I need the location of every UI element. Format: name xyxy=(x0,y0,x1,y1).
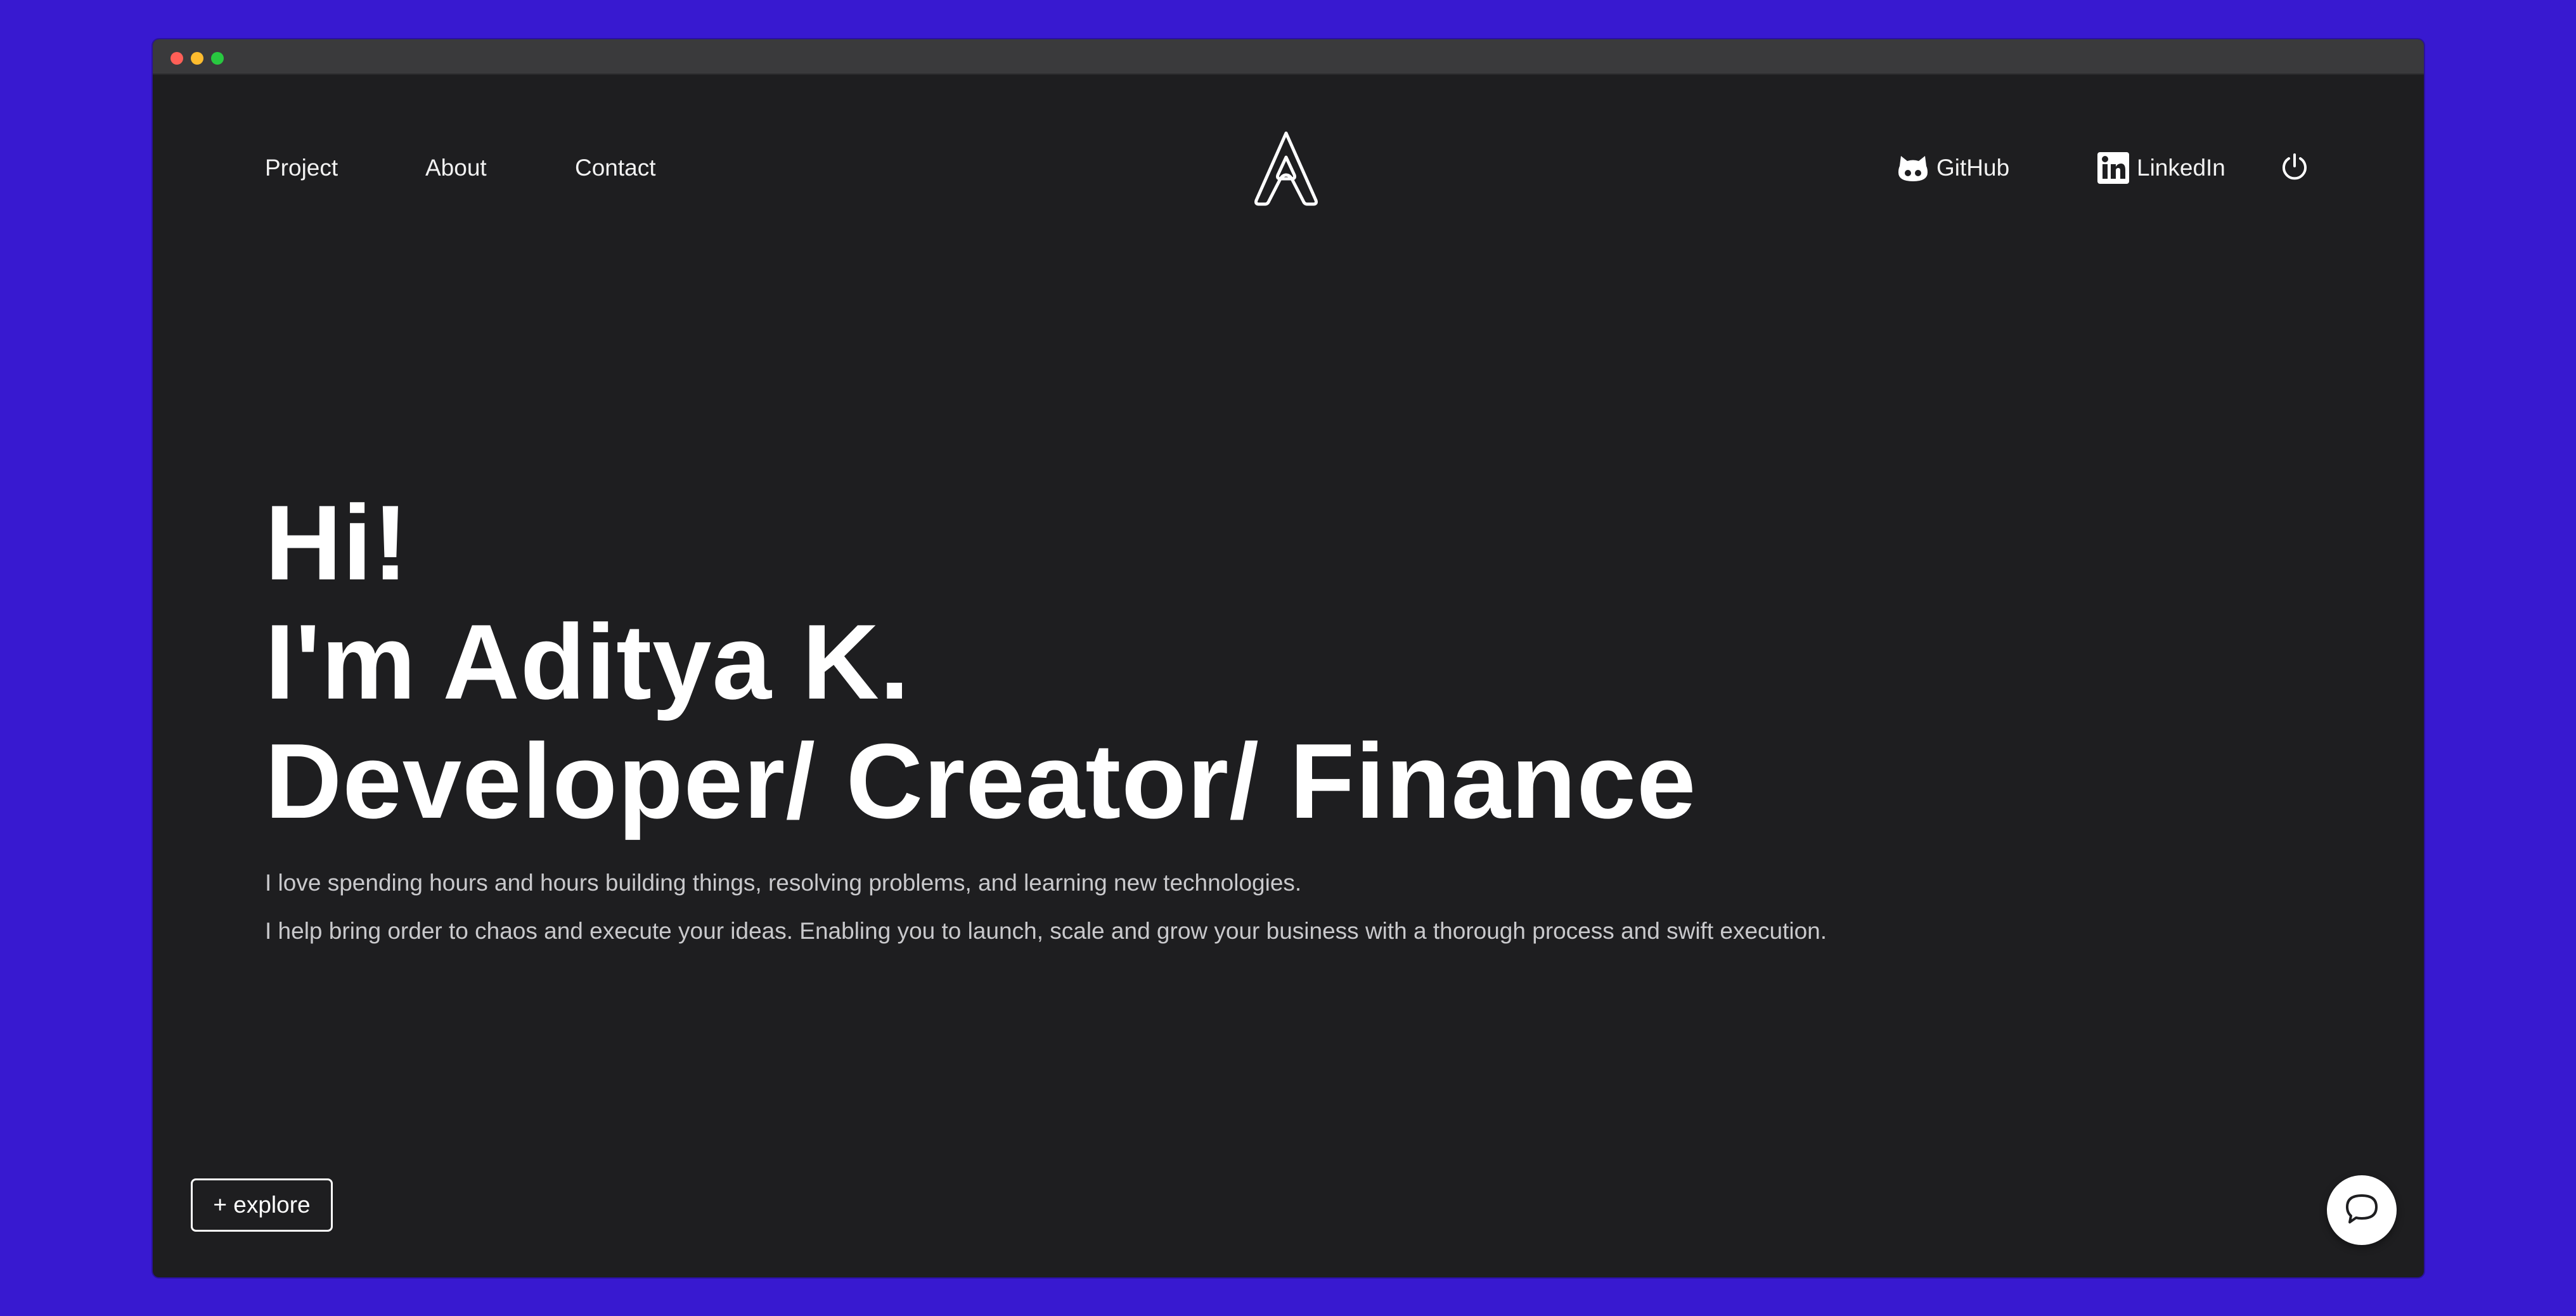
letter-a-logo-icon[interactable] xyxy=(1253,129,1320,207)
power-icon[interactable] xyxy=(2277,150,2312,184)
hero-greeting: Hi! xyxy=(265,483,409,602)
window-titlebar xyxy=(153,39,2424,75)
minimize-window-button[interactable] xyxy=(191,52,203,65)
hero-description-1: I love spending hours and hours building… xyxy=(265,870,1302,896)
linkedin-label: LinkedIn xyxy=(2137,155,2225,181)
nav-contact-link[interactable]: Contact xyxy=(575,152,656,184)
nav-project-link[interactable]: Project xyxy=(265,152,338,184)
linkedin-link[interactable]: LinkedIn xyxy=(2097,151,2225,185)
github-octocat-icon xyxy=(1897,153,1929,183)
explore-button[interactable]: + explore xyxy=(191,1178,333,1232)
maximize-window-button[interactable] xyxy=(211,52,224,65)
hero-heading: Hi! I'm Aditya K. Developer/ Creator/ Fi… xyxy=(265,483,1696,841)
linkedin-icon xyxy=(2097,152,2129,184)
hero-description-2: I help bring order to chaos and execute … xyxy=(265,918,1827,944)
nav-about-link[interactable]: About xyxy=(425,152,487,184)
chat-bubble-icon xyxy=(2345,1193,2379,1228)
github-link[interactable]: GitHub xyxy=(1897,151,2009,185)
hero-name: I'm Aditya K. xyxy=(265,602,910,721)
close-window-button[interactable] xyxy=(171,52,183,65)
github-label: GitHub xyxy=(1936,155,2010,181)
browser-window: Project About Contact GitHub LinkedIn Hi… xyxy=(153,39,2424,1277)
hero-roles: Developer/ Creator/ Finance xyxy=(265,721,1697,841)
chat-button[interactable] xyxy=(2327,1175,2397,1245)
